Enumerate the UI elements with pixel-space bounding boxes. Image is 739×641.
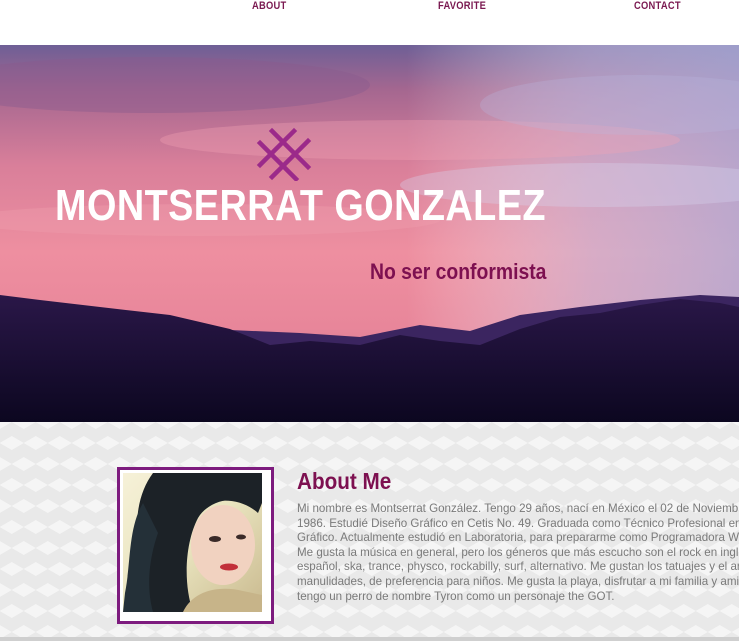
about-section: About Me Mi nombre es Montserrat Gonzále… xyxy=(0,422,739,641)
hero-title: MONTSERRAT GONZALEZ xyxy=(55,181,546,230)
nav-link-contact[interactable]: CONTACT xyxy=(634,0,681,12)
about-line: manulidades, de preferencia para niños. … xyxy=(297,574,739,588)
profile-photo-frame xyxy=(117,467,274,624)
nav-link-about[interactable]: ABOUT xyxy=(252,0,287,12)
hero-banner: MONTSERRAT GONZALEZ No ser conformista xyxy=(0,45,739,422)
about-line: 1986. Estudié Diseño Gráfico en Cetis No… xyxy=(297,516,739,530)
hero-subtitle: No ser conformista xyxy=(370,259,547,284)
about-line: tengo un perro de nombre Tyron como un p… xyxy=(297,589,615,603)
crosshatch-logo-icon xyxy=(256,127,312,181)
top-nav: ABOUT FAVORITE CONTACT xyxy=(0,0,739,45)
about-line: Mi nombre es Montserrat González. Tengo … xyxy=(297,502,739,515)
profile-photo xyxy=(123,473,262,612)
about-heading: About Me xyxy=(297,468,392,494)
section-divider xyxy=(0,637,739,641)
nav-link-favorite[interactable]: FAVORITE xyxy=(438,0,486,12)
about-line: español, ska, trance, physco, rockabilly… xyxy=(297,560,739,574)
about-paragraph: Mi nombre es Montserrat González. Tengo … xyxy=(297,502,739,604)
about-line: Gráfico. Actualmente estudió en Laborato… xyxy=(297,531,739,545)
sunset-background-image xyxy=(0,45,739,422)
about-line: Me gusta la música en general, pero los … xyxy=(297,545,739,559)
